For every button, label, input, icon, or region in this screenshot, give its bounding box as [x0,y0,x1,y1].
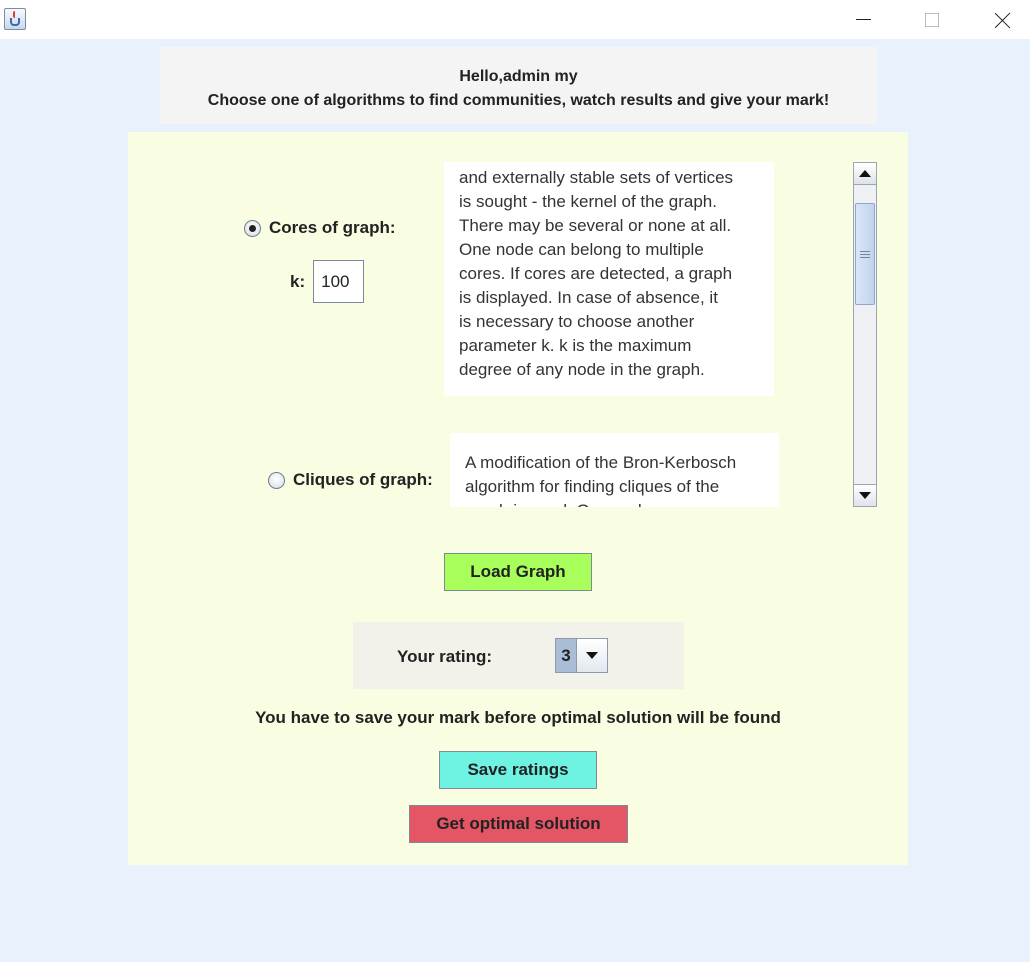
k-parameter-row: k: [290,260,365,303]
cores-option[interactable]: Cores of graph: [244,218,396,238]
maximize-icon [925,12,939,27]
description-line: graph is used. One node can [465,499,764,507]
rating-panel: Your rating: 3 [353,622,684,689]
title-bar [0,0,1030,39]
minimize-button[interactable] [840,0,886,39]
cores-label: Cores of graph: [269,218,396,237]
save-ratings-button[interactable]: Save ratings [439,751,597,789]
scroll-up-button[interactable] [854,163,876,185]
description-line: parameter k. k is the maximum [459,336,692,355]
cores-description: and externally stable sets of vertices i… [444,162,774,396]
chevron-down-icon [586,652,598,659]
description-line: is displayed. In case of absence, it [459,288,718,307]
arrow-down-icon [859,492,871,499]
close-button[interactable] [980,0,1026,39]
cores-radio[interactable] [244,219,261,237]
main-panel: Cores of graph: k: and externally stable… [128,132,908,865]
cliques-label: Cliques of graph: [293,470,433,489]
arrow-up-icon [859,170,871,177]
algorithms-scroll-view[interactable]: Cores of graph: k: and externally stable… [128,162,853,507]
scroll-down-button[interactable] [854,484,876,506]
instruction-text: Choose one of algorithms to find communi… [207,92,830,109]
close-icon [995,12,1011,28]
description-line: is necessary to choose another [459,312,695,331]
minimize-icon [855,19,871,20]
scroll-thumb[interactable] [855,203,875,305]
dropdown-arrow-button[interactable] [577,639,607,672]
cliques-option[interactable]: Cliques of graph: [268,470,433,490]
description-line: A modification of the Bron-Kerbosch [465,453,737,472]
grip-icon [860,250,870,258]
description-line: There may be several or none at all. [459,216,732,235]
vertical-scrollbar[interactable] [853,162,877,507]
description-line: algorithm for finding cliques of the [465,477,720,496]
maximize-button[interactable] [909,0,955,39]
cliques-description: A modification of the Bron-Kerbosch algo… [450,433,779,507]
rating-label: Your rating: [397,647,493,666]
description-line: One node can belong to multiple [459,240,704,259]
rating-dropdown[interactable]: 3 [555,638,608,673]
k-label: k: [290,271,306,291]
description-line: cores. If cores are detected, a graph [459,264,733,283]
cliques-radio[interactable] [268,471,285,489]
description-line: degree of any node in the graph. [459,360,705,379]
greeting-text: Hello,admin my [459,68,578,85]
get-optimal-solution-button[interactable]: Get optimal solution [409,805,628,843]
description-line: and externally stable sets of vertices [459,168,734,187]
rating-selected-value: 3 [556,639,577,672]
k-input[interactable] [313,260,365,303]
save-note-text: You have to save your mark before optima… [255,708,781,727]
load-graph-button[interactable]: Load Graph [444,553,592,591]
java-cup-icon[interactable] [4,8,26,30]
description-line: is sought - the kernel of the graph. [459,192,717,211]
greeting-header: Hello,admin my Choose one of algorithms … [160,47,877,124]
